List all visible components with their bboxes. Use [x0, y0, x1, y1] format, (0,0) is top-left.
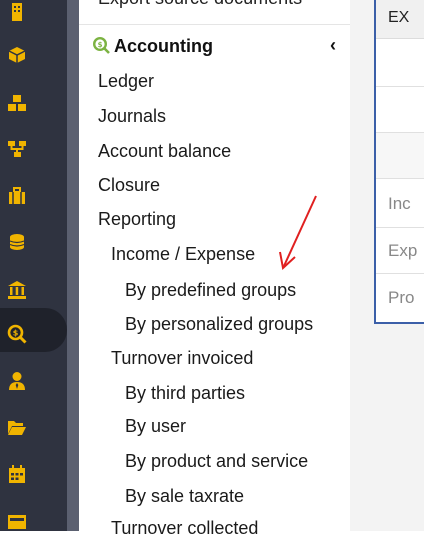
- collapse-chevron-icon[interactable]: ‹: [330, 35, 336, 56]
- table-row: [376, 87, 424, 133]
- folder-open-icon[interactable]: [0, 415, 34, 439]
- boxes-icon[interactable]: [0, 91, 34, 115]
- menu-item-closure[interactable]: Closure: [98, 175, 160, 196]
- rail-scroll-edge: [67, 0, 79, 531]
- menu-item-by-personalized-groups[interactable]: By personalized groups: [125, 314, 313, 335]
- sitemap-icon[interactable]: [0, 137, 34, 161]
- menu-section-label: Accounting: [114, 35, 213, 56]
- menu-divider: [79, 24, 350, 25]
- table-cell: Pro: [388, 288, 415, 307]
- menu-item-ledger[interactable]: Ledger: [98, 71, 154, 92]
- table-cell: Exp: [388, 241, 418, 260]
- user-tie-icon[interactable]: [0, 369, 34, 393]
- menu-section-accounting[interactable]: $ Accounting ‹: [92, 33, 342, 59]
- menu-item-account-balance[interactable]: Account balance: [98, 141, 231, 162]
- coins-icon[interactable]: [0, 230, 34, 254]
- box-icon[interactable]: [0, 43, 34, 67]
- menu-item-turnover-invoiced[interactable]: Turnover invoiced: [111, 348, 253, 369]
- icon-rail: [0, 0, 67, 531]
- search-dollar-icon[interactable]: $: [0, 322, 34, 346]
- menu-item-by-user[interactable]: By user: [125, 416, 186, 437]
- bank-icon[interactable]: [0, 278, 34, 302]
- id-card-icon[interactable]: [0, 510, 34, 534]
- menu-item-by-predefined-groups[interactable]: By predefined groups: [125, 280, 296, 301]
- table-header-cell: EX: [388, 9, 410, 26]
- search-dollar-icon: $: [92, 36, 110, 54]
- annotation-arrow: [279, 195, 317, 270]
- table-row: [376, 38, 424, 87]
- menu-item-journals[interactable]: Journals: [98, 106, 166, 127]
- svg-text:$: $: [98, 41, 103, 49]
- table-row: Inc: [376, 179, 424, 228]
- menu-item-by-third-parties[interactable]: By third parties: [125, 383, 245, 404]
- table-row: Exp: [376, 228, 424, 274]
- menu-item-income-expense[interactable]: Income / Expense: [111, 244, 255, 265]
- briefcase-icon[interactable]: [0, 184, 34, 208]
- table-header: EX: [376, 0, 424, 39]
- table-row: Pro: [376, 274, 424, 320]
- menu-item-turnover-collected[interactable]: Turnover collected: [111, 518, 258, 539]
- building-icon[interactable]: [0, 0, 34, 24]
- menu-item-by-sale-taxrate[interactable]: By sale taxrate: [125, 486, 244, 507]
- table-row: [376, 133, 424, 179]
- svg-text:$: $: [13, 329, 19, 338]
- table-cell: Inc: [388, 194, 411, 213]
- calendar-icon[interactable]: [0, 462, 34, 486]
- menu-item-reporting[interactable]: Reporting: [98, 209, 176, 230]
- menu-item-by-product-and-service[interactable]: By product and service: [125, 451, 308, 472]
- menu-item-export-source-documents[interactable]: Export source documents: [98, 0, 302, 9]
